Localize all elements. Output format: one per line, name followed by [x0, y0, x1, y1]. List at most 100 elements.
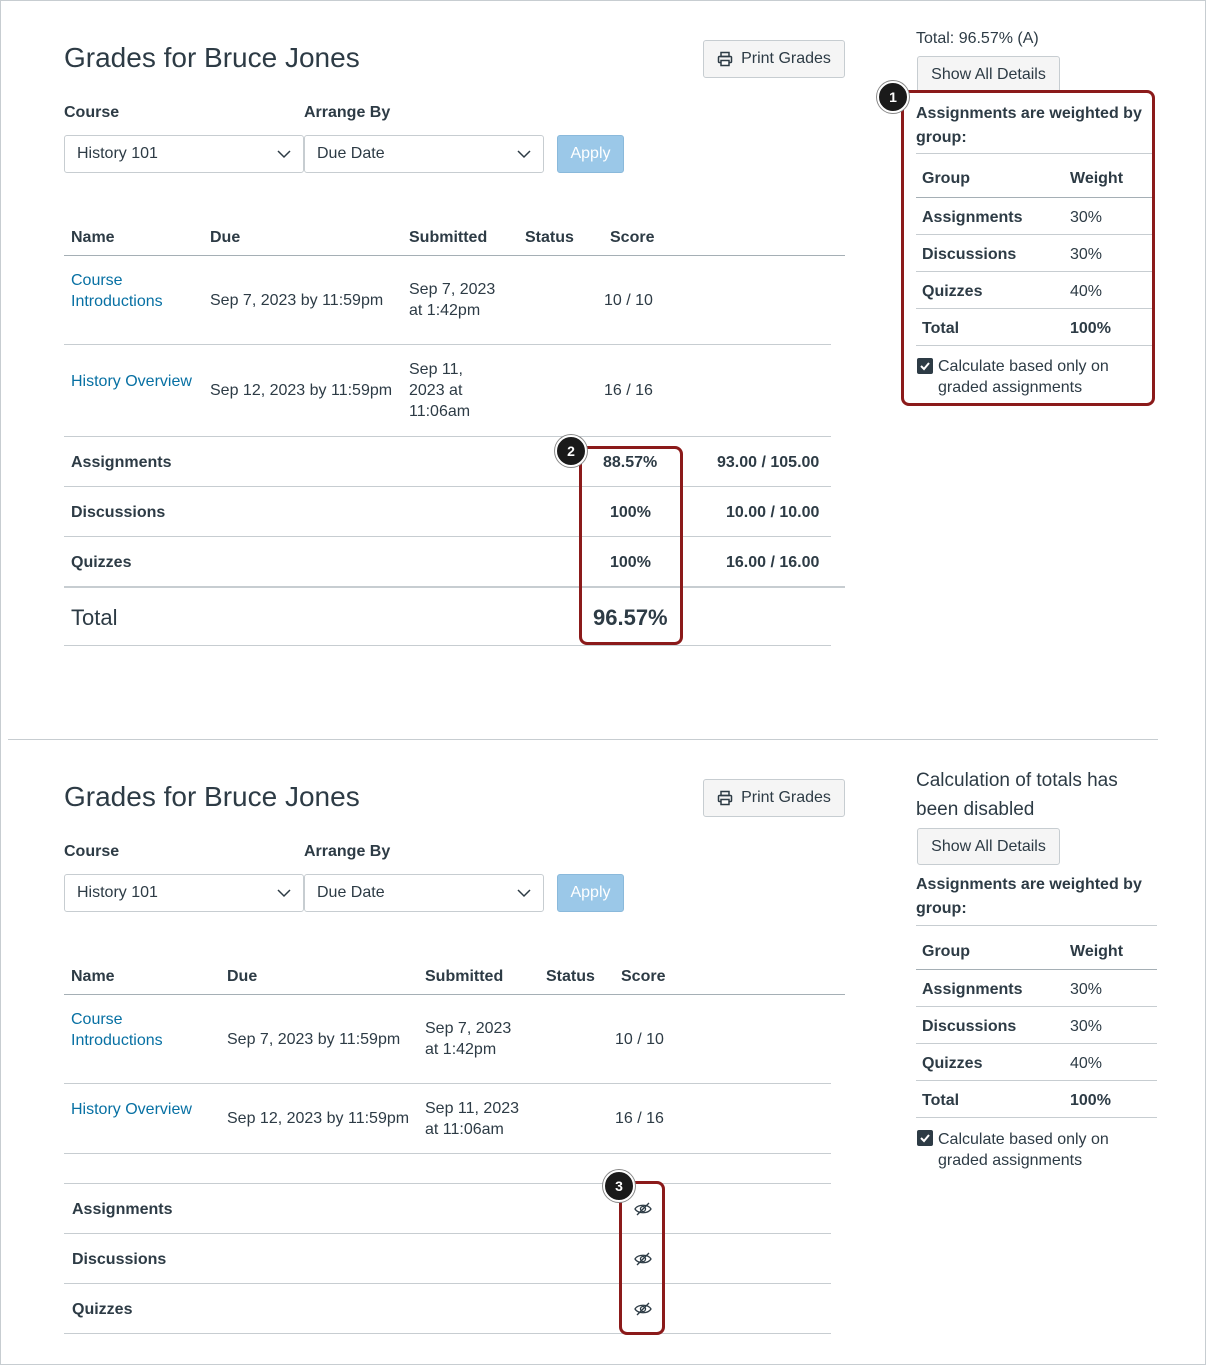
course-select-value: History 101: [77, 884, 158, 901]
row-divider: [916, 1117, 1157, 1118]
show-all-details-button[interactable]: Show All Details: [917, 828, 1060, 865]
weighted-heading: Assignments are weighted by group:: [916, 873, 1142, 921]
weights-col-weight: Weight: [1070, 943, 1124, 960]
weight-value: 30%: [1070, 1018, 1103, 1035]
totals-disabled-line1: Calculation of totals has: [916, 770, 1118, 791]
group-points: 10.00 / 10.00: [726, 504, 820, 521]
assignment-link[interactable]: Course: [71, 1009, 163, 1030]
submitted-line2: at 1:42pm: [425, 1041, 497, 1058]
course-label: Course: [64, 104, 120, 121]
total-label: Total: [71, 605, 118, 630]
submitted-date: Sep 7, 2023 at 1:42pm: [409, 279, 495, 321]
graded-only-label-line1: Calculate based only on: [938, 1131, 1109, 1148]
weight-value: 40%: [1070, 1055, 1103, 1072]
page-title: Grades for Bruce Jones: [64, 781, 360, 812]
row-divider: [64, 536, 831, 537]
apply-button[interactable]: Apply: [557, 874, 624, 912]
submitted-line2: at 1:42pm: [409, 302, 481, 319]
weighted-heading-line1: Assignments are weighted by: [916, 876, 1142, 893]
callout-badge-1: 1: [877, 81, 909, 113]
submitted-date: Sep 7, 2023 at 1:42pm: [425, 1018, 511, 1060]
group-points: 93.00 / 105.00: [717, 454, 820, 471]
submitted-date: Sep 11, 2023 at 11:06am: [425, 1098, 519, 1140]
course-select-value: History 101: [77, 145, 158, 162]
group-points: 16.00 / 16.00: [726, 554, 820, 571]
col-header-submitted: Submitted: [409, 229, 488, 246]
score: 16 / 16: [615, 1110, 664, 1127]
col-header-status: Status: [525, 229, 574, 246]
row-divider: [64, 1183, 831, 1184]
row-divider: [64, 645, 831, 646]
print-grades-label: Print Grades: [741, 50, 831, 67]
course-select[interactable]: History 101: [64, 874, 304, 912]
weight-group-name: Assignments: [922, 981, 1023, 998]
col-header-submitted: Submitted: [425, 968, 504, 985]
print-grades-label: Print Grades: [741, 789, 831, 806]
course-select[interactable]: History 101: [64, 135, 304, 173]
table-row: Course Introductions: [71, 1009, 163, 1051]
total-grade-text: Total: 96.57% (A): [916, 30, 1039, 47]
col-header-status: Status: [546, 968, 595, 985]
arrange-by-select[interactable]: Due Date: [304, 135, 544, 173]
due-date: Sep 12, 2023 by 11:59pm: [210, 382, 393, 399]
assignment-link-line2[interactable]: Introductions: [71, 1030, 163, 1051]
chevron-down-icon: [517, 150, 531, 159]
chevron-down-icon: [277, 150, 291, 159]
weight-group-name: Discussions: [922, 1018, 1017, 1035]
submitted-line1: Sep 11,: [409, 361, 463, 378]
group-name-assignments: Assignments: [71, 454, 172, 471]
submitted-line1: Sep 11, 2023: [425, 1100, 520, 1117]
assignment-link[interactable]: History Overview: [71, 371, 192, 392]
graded-only-label: Calculate based only on graded assignmen…: [938, 1129, 1109, 1171]
callout-box-1: [901, 90, 1155, 406]
print-grades-button[interactable]: Print Grades: [703, 40, 845, 78]
group-name-quizzes: Quizzes: [71, 554, 132, 571]
row-divider: [64, 486, 831, 487]
due-date: Sep 7, 2023 by 11:59pm: [210, 292, 384, 309]
group-name-assignments: Assignments: [72, 1201, 173, 1218]
col-header-due: Due: [227, 968, 258, 985]
graded-only-label-line2: graded assignments: [938, 1152, 1083, 1169]
col-header-name: Name: [71, 229, 115, 246]
submitted-line2: at 11:06am: [425, 1121, 504, 1138]
col-header-score: Score: [621, 968, 666, 985]
show-all-details-button[interactable]: Show All Details: [917, 56, 1060, 93]
col-header-due: Due: [210, 229, 241, 246]
totals-disabled-line2: been disabled: [916, 799, 1035, 820]
row-divider: [64, 1283, 831, 1284]
group-name-discussions: Discussions: [71, 504, 166, 521]
score: 10 / 10: [604, 292, 653, 309]
graded-only-checkbox[interactable]: [917, 1130, 933, 1146]
group-name-discussions: Discussions: [72, 1251, 167, 1268]
assignment-link-line2[interactable]: Introductions: [71, 291, 163, 312]
totals-disabled-message: Calculation of totals has been disabled: [916, 766, 1118, 824]
table-row: Course Introductions: [71, 270, 163, 312]
row-divider: [64, 1233, 831, 1234]
due-date: Sep 7, 2023 by 11:59pm: [227, 1031, 401, 1048]
printer-icon: [717, 790, 733, 806]
row-divider: [64, 436, 831, 437]
submitted-line2: 2023 at: [409, 382, 463, 399]
weight-value: 30%: [1070, 981, 1103, 998]
callout-badge-2: 2: [555, 435, 587, 467]
callout-box-3: [619, 1181, 665, 1335]
assignment-link[interactable]: History Overview: [71, 1099, 192, 1120]
row-divider: [916, 1080, 1157, 1081]
apply-button[interactable]: Apply: [557, 135, 624, 173]
header-divider: [64, 255, 845, 256]
callout-box-2: [579, 446, 683, 645]
arrange-by-select[interactable]: Due Date: [304, 874, 544, 912]
chevron-down-icon: [277, 889, 291, 898]
weights-col-group: Group: [922, 943, 970, 960]
arrange-by-label: Arrange By: [304, 843, 391, 860]
weight-group-name: Quizzes: [922, 1055, 983, 1072]
row-divider: [64, 1153, 831, 1154]
row-divider: [64, 1083, 831, 1084]
submitted-date: Sep 11, 2023 at 11:06am: [409, 359, 470, 422]
col-header-score: Score: [610, 229, 655, 246]
row-divider: [64, 1333, 831, 1334]
print-grades-button[interactable]: Print Grades: [703, 779, 845, 817]
submitted-line1: Sep 7, 2023: [425, 1020, 512, 1037]
score: 10 / 10: [615, 1031, 664, 1048]
assignment-link[interactable]: Course: [71, 270, 163, 291]
